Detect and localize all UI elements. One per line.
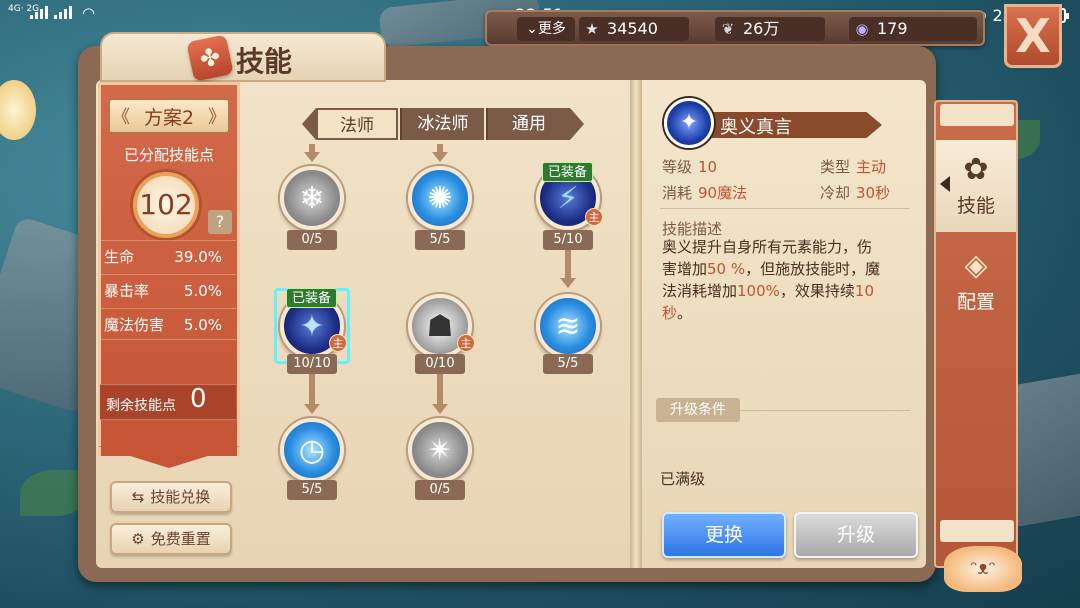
equipped-badge: 已装备 <box>542 162 594 182</box>
skill-level: 5/5 <box>543 354 593 374</box>
arrow-down-icon <box>432 152 448 162</box>
chevron-down-icon: ⌄ <box>526 21 538 37</box>
divider <box>740 410 910 411</box>
signal-icon <box>30 6 72 19</box>
equipped-badge: 已装备 <box>286 288 338 308</box>
skill-level: 0/10 <box>415 354 465 374</box>
divider <box>660 208 910 209</box>
tornado-icon[interactable]: ✴ <box>408 418 472 482</box>
arrow-down-icon <box>432 404 448 414</box>
skill-level-attr: 等级 10 <box>662 158 718 176</box>
skill-cooldown-attr: 冷却 30秒 <box>820 184 891 202</box>
page-title: 技能 <box>236 45 293 78</box>
gear-icon: ⚙ <box>131 530 145 548</box>
right-page <box>638 80 926 568</box>
allocated-points-label: 已分配技能点 <box>123 146 214 164</box>
more-button[interactable]: ⌄更多 <box>517 17 575 41</box>
help-button[interactable]: ? <box>208 210 232 234</box>
arrow-down-icon <box>560 278 576 288</box>
tab-general[interactable]: 通用 <box>486 108 570 140</box>
snowflake-icon[interactable]: ❄ <box>280 166 344 230</box>
skill-level: 5/5 <box>415 230 465 250</box>
connector <box>309 144 315 152</box>
skill-cost-attr: 消耗 90魔法 <box>662 184 748 202</box>
scroll-header-icon <box>940 104 1014 126</box>
tab-cap-left <box>302 108 316 140</box>
skill-book-icon: ✤ <box>186 34 234 82</box>
side-tab-config[interactable]: ◈ 配置 <box>936 236 1016 328</box>
banner-tip <box>98 446 240 468</box>
star-resource: ★ 34540 <box>579 17 689 41</box>
stat-row-crit: 暴击率 5.0% <box>100 274 236 306</box>
master-badge: 主 <box>585 208 603 226</box>
book-spine <box>630 80 642 568</box>
connector <box>437 144 443 152</box>
skill-exchange-button[interactable]: ⇆ 技能兑换 <box>110 481 232 513</box>
tab-cap-right <box>570 108 584 140</box>
water-boot-icon[interactable]: ≋ <box>536 294 600 358</box>
time-clock-icon[interactable]: ◷ <box>280 418 344 482</box>
skill-type-attr: 类型 主动 <box>820 158 887 176</box>
master-badge: 主 <box>457 334 475 352</box>
gem-resource: ◉ 179 <box>849 17 977 41</box>
cat-mascot-icon: ᵔᴥᵔ <box>944 546 1022 592</box>
free-reset-button[interactable]: ⚙ 免费重置 <box>110 523 232 555</box>
arcane-slash-icon: ✦ <box>664 98 714 148</box>
connector <box>565 248 571 278</box>
star-icon: ★ <box>585 20 599 38</box>
ice-wave-icon[interactable]: ✺ <box>408 166 472 230</box>
shell-resource: ❦ 26万 <box>715 17 825 41</box>
tab-mage[interactable]: 法师 <box>316 108 398 140</box>
gem-icon: ◉ <box>855 20 869 38</box>
skill-level: 5/5 <box>287 480 337 500</box>
tab-ice-mage[interactable]: 冰法师 <box>400 108 484 140</box>
resource-bar: ⌄更多 ★ 34540 ❦ 26万 ◉ 179 <box>485 10 985 46</box>
allocated-points: 102 <box>133 172 199 238</box>
chevron-left-icon <box>940 176 950 192</box>
max-level-text: 已满级 <box>660 470 706 488</box>
skill-name: 奥义真言 <box>720 117 792 138</box>
skill-level: 10/10 <box>287 354 337 374</box>
connector <box>437 374 443 404</box>
remaining-points-box: 剩余技能点 <box>100 384 236 420</box>
arrow-down-icon <box>304 152 320 162</box>
config-diamond-icon: ◈ <box>964 248 988 283</box>
skill-level: 0/5 <box>287 230 337 250</box>
remaining-points: 0 <box>190 384 207 414</box>
shell-icon: ❦ <box>721 20 735 38</box>
plan-selector[interactable]: 方案2 <box>108 98 230 136</box>
wifi-icon: ◠ <box>82 4 96 22</box>
stat-row-health: 生命 39.0% <box>100 240 236 272</box>
close-button[interactable]: X <box>1004 4 1062 68</box>
remaining-points-label: 剩余技能点 <box>106 398 176 414</box>
stat-row-magic-damage: 魔法伤害 5.0% <box>100 308 236 340</box>
upgrade-button[interactable]: 升级 <box>794 512 918 558</box>
background-orb <box>0 80 36 140</box>
upgrade-condition-label: 升级条件 <box>656 398 740 422</box>
skill-level: 5/10 <box>543 230 593 250</box>
arrow-down-icon <box>304 404 320 414</box>
exchange-icon: ⇆ <box>131 488 145 506</box>
master-badge: 主 <box>329 334 347 352</box>
connector <box>309 374 315 404</box>
skill-description: 奥义提升自身所有元素能力，伤害增加50 %，但施放技能时，魔法消耗增加100%，… <box>662 238 881 322</box>
swap-button[interactable]: 更换 <box>662 512 786 558</box>
scroll-footer-icon <box>940 520 1014 542</box>
skill-level: 0/5 <box>415 480 465 500</box>
